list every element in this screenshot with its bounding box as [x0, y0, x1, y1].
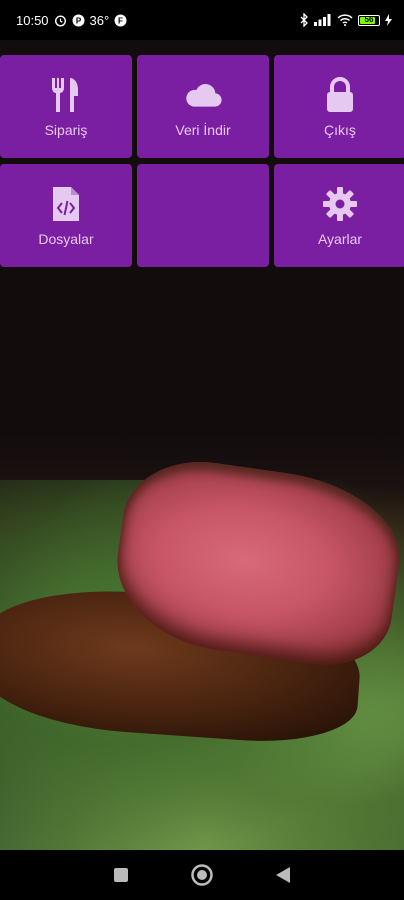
logout-label: Çıkış [324, 121, 356, 138]
download-data-button[interactable]: Veri İndir [137, 55, 269, 158]
lock-icon [321, 76, 359, 114]
battery-icon: 56 [358, 14, 380, 26]
settings-button[interactable]: Ayarlar [274, 164, 404, 267]
order-button[interactable]: Sipariş [0, 55, 132, 158]
code-file-icon [47, 185, 85, 223]
home-circle-icon [191, 864, 213, 886]
gear-icon [321, 185, 359, 223]
logout-button[interactable]: Çıkış [274, 55, 404, 158]
back-triangle-icon [276, 867, 291, 883]
menu-grid: Sipariş Veri İndir Çıkış Dosyalar Ayarla… [0, 55, 404, 267]
download-data-label: Veri İndir [175, 121, 231, 138]
empty-tile[interactable] [137, 164, 269, 267]
system-nav-bar [0, 850, 404, 900]
files-label: Dosyalar [38, 230, 94, 247]
files-button[interactable]: Dosyalar [0, 164, 132, 267]
recents-button[interactable] [106, 860, 136, 890]
cloud-icon [184, 76, 222, 114]
bluetooth-icon [299, 13, 309, 27]
alarm-icon [54, 14, 67, 27]
status-bar: 10:50 P 36° F 56 [0, 0, 404, 40]
app-notification-icon: F [114, 14, 127, 27]
charging-icon [385, 14, 392, 26]
fork-knife-icon [47, 76, 85, 114]
status-time: 10:50 [16, 12, 49, 28]
svg-text:P: P [75, 16, 81, 25]
status-temperature: 36° [89, 12, 110, 28]
settings-label: Ayarlar [317, 230, 363, 247]
signal-icon [314, 14, 332, 26]
recents-square-icon [113, 868, 128, 882]
back-button[interactable] [268, 860, 298, 890]
order-label: Sipariş [44, 121, 88, 138]
wifi-icon [337, 14, 353, 26]
app-screen: Sipariş Veri İndir Çıkış Dosyalar Ayarla… [0, 40, 404, 850]
battery-level: 56 [364, 14, 374, 24]
home-button[interactable] [187, 860, 217, 890]
svg-text:F: F [118, 16, 123, 25]
data-saver-icon: P [72, 14, 85, 27]
